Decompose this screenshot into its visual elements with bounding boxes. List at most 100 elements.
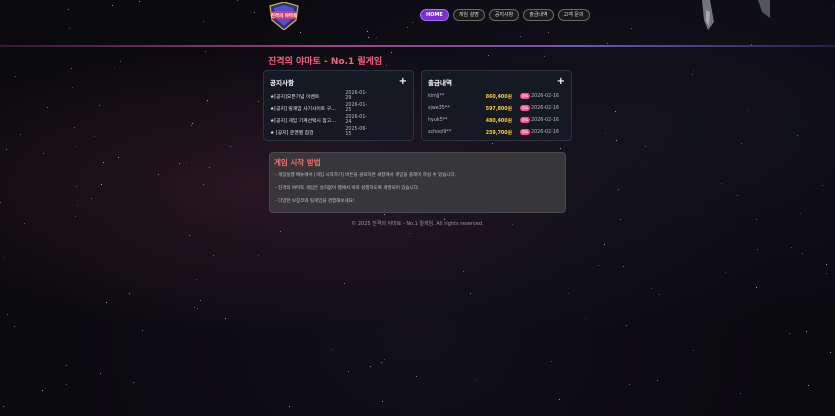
site-logo[interactable]: 진격의 야마토 xyxy=(266,2,302,30)
star xyxy=(43,153,45,155)
star xyxy=(380,362,382,363)
notice-row[interactable]: ★[공지] 게임 기계선택시 참고… 2026-01-24 xyxy=(270,114,407,126)
payout-date: 2026-02-16 xyxy=(531,105,559,111)
footer-copyright: © 2025 진격의 야마토 - No.1 릴게임. All rights re… xyxy=(351,221,484,227)
star xyxy=(3,257,5,259)
star xyxy=(128,293,130,295)
logo-text: 진격의 야마토 xyxy=(271,12,297,19)
main-nav: HOME 게임 설명 공지사항 출금내역 고객 문의 xyxy=(420,9,590,21)
guide-line: - 게임실행 메뉴에서 [게임 시작하기] 버튼을 클릭하면 새창에서 게임을 … xyxy=(275,173,457,178)
star xyxy=(200,299,202,301)
star xyxy=(194,307,196,309)
notice-date: 2026-01-29 xyxy=(345,91,368,101)
star xyxy=(103,161,105,163)
payouts-title: 출금내역 xyxy=(428,79,452,87)
star xyxy=(737,195,739,197)
guide-line: - 다양한 보징코와 릴게임을 경험해보세요! xyxy=(275,199,355,204)
nav-payouts[interactable]: 출금내역 xyxy=(523,9,554,21)
star xyxy=(186,161,188,163)
status-badge: 완료 xyxy=(520,105,530,111)
star xyxy=(409,232,410,234)
star xyxy=(132,381,134,383)
star xyxy=(616,140,618,142)
star xyxy=(385,64,387,66)
payouts-more-icon[interactable]: + xyxy=(557,77,565,87)
status-badge: 완료 xyxy=(520,117,530,123)
star xyxy=(550,360,552,362)
payout-amount: 597,800원 xyxy=(485,106,512,112)
star xyxy=(106,302,108,304)
star xyxy=(488,54,490,56)
notice-date: 2026-01-25 xyxy=(345,103,368,113)
payout-amount: 259,700원 xyxy=(485,130,512,136)
star xyxy=(614,110,616,112)
star xyxy=(76,185,78,187)
star xyxy=(7,313,9,315)
star xyxy=(77,205,79,207)
payouts-panel: 출금내역 + kimjj** 860,400원 완료 2026-02-16 sj… xyxy=(421,70,572,141)
nav-home[interactable]: HOME xyxy=(420,9,449,21)
notice-row[interactable]: ★ [공지] 운영별 점검 2025-06-15 xyxy=(270,126,407,138)
star xyxy=(75,215,77,217)
star xyxy=(3,406,5,408)
star xyxy=(100,184,102,186)
star xyxy=(626,324,628,326)
guide-line: - 진격의 야마토 게임은 설치없이 웹에서 바로 실행하도록 개발되어 있습니… xyxy=(275,186,420,191)
star xyxy=(65,364,67,366)
payout-user: kimjj** xyxy=(428,93,445,99)
star xyxy=(656,379,658,381)
notice-title: ★[공지] 릴게임 사기사이트 구… xyxy=(270,106,336,112)
star xyxy=(628,383,630,385)
star xyxy=(370,366,372,368)
payout-row: hyuk5** 480,400원 완료 2026-02-16 xyxy=(428,114,565,126)
star xyxy=(74,146,76,148)
notices-more-icon[interactable]: + xyxy=(399,77,407,87)
star xyxy=(13,326,15,328)
payout-date: 2026-02-16 xyxy=(531,129,559,135)
star xyxy=(757,248,758,250)
robot-illustration xyxy=(702,0,770,30)
star xyxy=(179,163,181,165)
star xyxy=(739,393,741,395)
star xyxy=(192,122,194,124)
star xyxy=(805,331,807,333)
star xyxy=(157,173,159,175)
game-start-guide: 게임 시작 방법 - 게임실행 메뉴에서 [게임 시작하기] 버튼을 클릭하면 … xyxy=(269,152,566,213)
nav-notices[interactable]: 공지사항 xyxy=(488,9,520,21)
star xyxy=(206,99,208,101)
star xyxy=(100,373,102,375)
header-divider xyxy=(0,45,835,47)
notices-panel: 공지사항 + ★[공지]오픈기념 이벤트 2026-01-29 ★[공지] 릴게… xyxy=(263,70,414,141)
star xyxy=(692,74,694,76)
star xyxy=(203,183,205,185)
nav-support[interactable]: 고객 문의 xyxy=(557,9,590,21)
star xyxy=(225,318,227,320)
notice-row[interactable]: ★[공지] 릴게임 사기사이트 구… 2026-01-25 xyxy=(270,102,407,114)
star xyxy=(618,189,620,191)
star xyxy=(384,359,386,361)
star xyxy=(796,134,798,136)
star xyxy=(829,352,831,354)
site-header: 진격의 야마토 HOME 게임 설명 공지사항 출금내역 고객 문의 xyxy=(0,0,835,47)
star xyxy=(791,247,793,249)
notice-date: 2025-06-15 xyxy=(345,127,368,137)
star xyxy=(462,270,464,272)
notice-title: ★[공지]오픈기념 이벤트 xyxy=(270,94,320,100)
notice-row[interactable]: ★[공지]오픈기념 이벤트 2026-01-29 xyxy=(270,90,407,102)
payout-row: school9** 259,700원 완료 2026-02-16 xyxy=(428,126,565,138)
payout-user: sjwe35** xyxy=(428,105,450,111)
payout-amount: 480,400원 xyxy=(485,118,512,124)
star xyxy=(93,136,95,138)
page-title: 진격의 야마토 - No.1 릴게임 xyxy=(268,57,383,67)
payout-amount: 860,400원 xyxy=(485,94,512,100)
star xyxy=(258,255,260,257)
star xyxy=(230,146,232,148)
star xyxy=(209,166,211,168)
star xyxy=(559,398,561,400)
star xyxy=(196,278,198,280)
nav-game-guide[interactable]: 게임 설명 xyxy=(452,9,485,21)
status-badge: 완료 xyxy=(520,129,530,135)
star xyxy=(47,106,49,108)
star xyxy=(650,287,652,289)
star xyxy=(189,234,191,236)
